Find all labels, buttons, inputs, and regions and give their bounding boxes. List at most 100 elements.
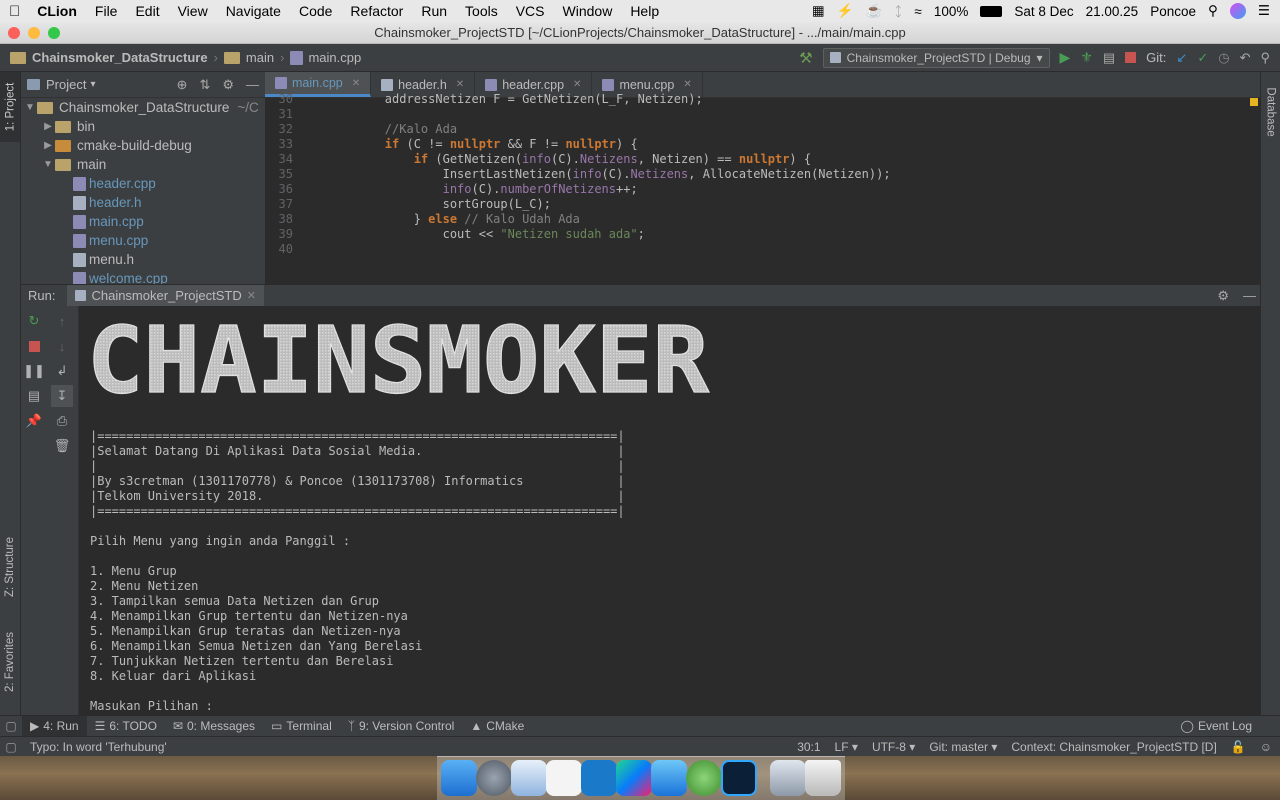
arrow-up-icon[interactable]: ↑ [51, 310, 73, 332]
dropbox-icon[interactable]: ▦ [812, 3, 825, 19]
code-line[interactable]: 38 } else // Kalo Udah Ada [265, 212, 1280, 227]
collapse-arrow-icon[interactable]: ▶ [41, 136, 55, 155]
pin-icon[interactable]: 📌 [23, 410, 45, 432]
breadcrumb-file[interactable]: main.cpp [308, 50, 361, 65]
menu-vcs[interactable]: VCS [507, 3, 554, 19]
hide-panel-icon[interactable]: — [1243, 288, 1256, 304]
stop-icon[interactable] [23, 335, 45, 357]
battery-percent[interactable]: 100% [934, 4, 969, 19]
structure-tool-button[interactable]: Z: Structure [0, 522, 20, 612]
code-line[interactable]: 33 if (C != nullptr && F != nullptr) { [265, 137, 1280, 152]
status-toggle-icon[interactable]: ▢ [0, 740, 22, 754]
sublime-icon[interactable] [546, 760, 582, 796]
battery-icon[interactable] [980, 5, 1003, 17]
finder-icon[interactable] [441, 760, 477, 796]
wifi-icon[interactable]: ≈ [914, 4, 921, 19]
apple-icon[interactable]:  [0, 3, 29, 20]
run-icon[interactable]: ▶ [1060, 49, 1071, 66]
search-everywhere-icon[interactable]: ⚲ [1260, 50, 1270, 66]
bolt-icon[interactable]: ⚡ [837, 3, 854, 19]
build-hammer-icon[interactable]: ⚒ [799, 49, 812, 67]
run-tab[interactable]: Chainsmoker_ProjectSTD ✕ [67, 284, 264, 307]
date-label[interactable]: Sat 8 Dec [1014, 4, 1073, 19]
run-console[interactable]: CHAINSMOKER |===========================… [79, 306, 1260, 715]
inspector-icon[interactable]: ☺ [1260, 740, 1272, 754]
scroll-from-source-icon[interactable]: ⊕ [177, 77, 188, 93]
project-tool-button[interactable]: 1: Project [0, 72, 20, 142]
soft-wrap-icon[interactable]: ↲ [51, 360, 73, 382]
file-encoding[interactable]: UTF-8 ▾ [872, 740, 915, 754]
layout-icon[interactable]: ▤ [23, 385, 45, 407]
tool-version-control[interactable]: ᛉ 9: Version Control [340, 719, 463, 733]
virtualbox-icon[interactable] [511, 760, 547, 796]
code-line[interactable]: 31 [265, 107, 1280, 122]
code-line[interactable]: 37 sortGroup(L_C); [265, 197, 1280, 212]
breadcrumb-folder[interactable]: main [246, 50, 274, 65]
photoshop-icon[interactable] [721, 760, 757, 796]
run-config-select[interactable]: Chainsmoker_ProjectSTD | Debug ▾ [822, 47, 1050, 68]
coverage-icon[interactable]: ▤ [1103, 50, 1115, 66]
event-log[interactable]: ◯ Event Log [1173, 719, 1280, 733]
git-update-icon[interactable]: ↙ [1176, 50, 1187, 66]
gear-icon[interactable]: ⚙ [1217, 288, 1229, 304]
code-line[interactable]: 40 [265, 242, 1280, 257]
hide-panel-icon[interactable]: — [246, 77, 259, 93]
code-line[interactable]: 34 if (GetNetizen(info(C).Netizens, Neti… [265, 152, 1280, 167]
print-icon[interactable]: ⎙ [51, 410, 73, 432]
tool-window-toggle-icon[interactable]: ▢ [0, 719, 22, 733]
user-label[interactable]: Poncoe [1150, 4, 1196, 19]
menu-view[interactable]: View [169, 3, 217, 19]
minimize-window-button[interactable] [28, 27, 40, 39]
clion-icon[interactable] [616, 760, 652, 796]
context-label[interactable]: Context: Chainsmoker_ProjectSTD [D] [1011, 740, 1216, 754]
line-separator[interactable]: LF ▾ [835, 740, 858, 754]
menu-help[interactable]: Help [621, 3, 668, 19]
favorites-tool-button[interactable]: 2: Favorites [0, 617, 20, 707]
bluetooth-icon[interactable]: ᛨ [894, 4, 902, 19]
caret-position[interactable]: 30:1 [797, 740, 820, 754]
android-studio-icon[interactable] [686, 760, 722, 796]
database-tool-button[interactable]: Database [1261, 72, 1280, 152]
tool-todo[interactable]: ☰ 6: TODO [87, 719, 165, 733]
menu-tools[interactable]: Tools [456, 3, 507, 19]
zoom-window-button[interactable] [48, 27, 60, 39]
menu-window[interactable]: Window [554, 3, 622, 19]
time-label[interactable]: 21.00.25 [1086, 4, 1139, 19]
siri-icon[interactable] [1229, 3, 1246, 19]
tool-run[interactable]: ▶ 4: Run [22, 716, 87, 736]
menu-edit[interactable]: Edit [126, 3, 168, 19]
tree-root[interactable]: ▼ Chainsmoker_DataStructure ~/C [21, 98, 265, 117]
rerun-icon[interactable]: ↻ [23, 310, 45, 332]
code-line[interactable]: 36 info(C).numberOfNetizens++; [265, 182, 1280, 197]
menu-run[interactable]: Run [412, 3, 456, 19]
revert-icon[interactable]: ↶ [1240, 50, 1251, 66]
tree-item-cmake-build-debug[interactable]: ▶ cmake-build-debug [21, 136, 265, 155]
coffee-icon[interactable]: ☕ [865, 3, 882, 19]
notification-center-icon[interactable]: ☰ [1258, 3, 1270, 19]
close-window-button[interactable] [8, 27, 20, 39]
tree-item-main[interactable]: ▼ main [21, 155, 265, 174]
tree-item-menu-h[interactable]: menu.h [21, 250, 265, 269]
launchpad-icon[interactable] [476, 760, 512, 796]
menu-navigate[interactable]: Navigate [217, 3, 290, 19]
close-icon[interactable]: ✕ [573, 79, 581, 90]
git-branch[interactable]: Git: master ▾ [929, 740, 997, 754]
code-line[interactable]: 30 addressNetizen F = GetNetizen(L_F, Ne… [265, 92, 1280, 107]
menu-file[interactable]: File [86, 3, 127, 19]
expand-arrow-icon[interactable]: ▼ [41, 155, 55, 174]
breadcrumb-project[interactable]: Chainsmoker_DataStructure [32, 50, 208, 65]
arrow-down-icon[interactable]: ↓ [51, 335, 73, 357]
tool-terminal[interactable]: ▭ Terminal [263, 719, 340, 733]
collapse-all-icon[interactable]: ⇅ [199, 77, 210, 93]
lock-icon[interactable]: 🔓 [1231, 740, 1246, 754]
project-view-select[interactable]: Project [46, 77, 86, 92]
scroll-to-end-icon[interactable]: ↧ [51, 385, 73, 407]
menu-code[interactable]: Code [290, 3, 341, 19]
close-icon[interactable]: ✕ [352, 78, 360, 89]
chevron-down-icon[interactable]: ▾ [90, 79, 95, 90]
git-history-icon[interactable]: ◷ [1218, 50, 1229, 66]
tree-item-bin[interactable]: ▶ bin [21, 117, 265, 136]
pause-icon[interactable]: ❚❚ [23, 360, 45, 382]
status-message[interactable]: Typo: In word 'Terhubung' [22, 740, 167, 754]
tree-item-header-cpp[interactable]: header.cpp [21, 174, 265, 193]
